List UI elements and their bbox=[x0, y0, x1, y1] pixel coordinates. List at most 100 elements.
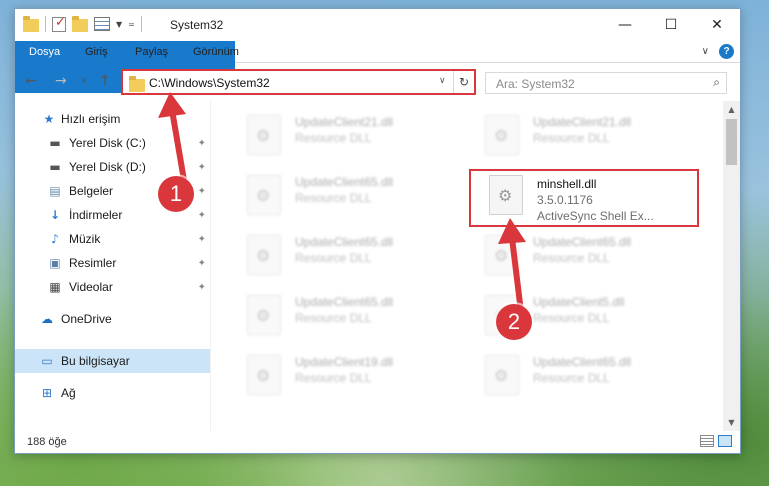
status-bar: 188 öğe bbox=[15, 431, 740, 453]
file-version: 3.5.0.1176 bbox=[537, 193, 593, 207]
forward-arrow-icon[interactable]: → bbox=[55, 73, 67, 89]
file-name: UpdateClient65.dll bbox=[295, 175, 394, 189]
tab-home[interactable]: Giriş bbox=[73, 41, 120, 63]
sidebar-item-label: Yerel Disk (D:) bbox=[69, 160, 146, 174]
item-count: 188 öğe bbox=[27, 436, 67, 448]
file-item[interactable]: UpdateClient19.dll Resource DLL bbox=[229, 349, 449, 401]
sidebar-item-music[interactable]: ♪ Müzik ✦ bbox=[15, 227, 210, 251]
sidebar-item-onedrive[interactable]: ☁ OneDrive bbox=[15, 307, 210, 331]
drive-icon: ▬ bbox=[49, 160, 61, 174]
file-type: Resource DLL bbox=[295, 251, 372, 265]
properties-check-icon[interactable] bbox=[52, 15, 66, 32]
ribbon-controls: ∨ ? bbox=[702, 44, 734, 59]
maximize-button[interactable]: ☐ bbox=[648, 9, 694, 41]
dll-file-icon bbox=[485, 115, 519, 155]
cloud-icon: ☁ bbox=[41, 312, 53, 326]
file-item[interactable]: UpdateClient65.dll Resource DLL bbox=[467, 349, 687, 401]
search-box[interactable]: Ara: System32 ⌕ bbox=[485, 72, 727, 94]
file-item[interactable]: UpdateClient65.dll Resource DLL bbox=[229, 289, 449, 341]
search-input[interactable]: Ara: System32 bbox=[496, 77, 575, 91]
file-name: UpdateClient65.dll bbox=[533, 235, 632, 249]
sidebar-item-network[interactable]: ⊞ Ağ bbox=[15, 381, 210, 405]
pin-icon[interactable]: ✦ bbox=[198, 282, 206, 293]
file-item[interactable]: UpdateClient65.dll Resource DLL bbox=[229, 229, 449, 281]
file-item[interactable]: UpdateClient21.dll Resource DLL bbox=[467, 109, 687, 161]
tiles-view-icon[interactable] bbox=[718, 435, 732, 447]
dll-file-icon bbox=[489, 175, 523, 215]
pin-icon[interactable]: ✦ bbox=[198, 210, 206, 221]
qat-dropdown-icon[interactable]: = bbox=[128, 20, 135, 29]
drive-icon: ▬ bbox=[49, 136, 61, 150]
network-icon: ⊞ bbox=[41, 386, 53, 400]
file-list: UpdateClient21.dll Resource DLL UpdateCl… bbox=[217, 101, 725, 431]
step-badge-1: 1 bbox=[158, 176, 194, 212]
back-arrow-icon[interactable]: ← bbox=[25, 73, 37, 89]
dll-file-icon bbox=[485, 355, 519, 395]
file-item[interactable]: UpdateClient21.dll Resource DLL bbox=[229, 109, 449, 161]
folder-icon bbox=[129, 76, 145, 92]
minimize-button[interactable]: — bbox=[602, 9, 648, 41]
file-type: Resource DLL bbox=[295, 191, 372, 205]
star-icon: ★ bbox=[43, 112, 55, 126]
scrollbar-thumb[interactable] bbox=[726, 119, 737, 165]
videos-icon: ▦ bbox=[49, 280, 61, 294]
recent-locations-icon[interactable]: ∨ bbox=[81, 76, 88, 86]
search-icon[interactable]: ⌕ bbox=[713, 75, 720, 90]
customize-chevron-icon[interactable]: ▼ bbox=[116, 20, 122, 29]
file-name: UpdateClient65.dll bbox=[295, 295, 394, 309]
file-name: UpdateClient5.dll bbox=[533, 295, 625, 309]
file-type: Resource DLL bbox=[295, 371, 372, 385]
sidebar-item-videos[interactable]: ▦ Videolar ✦ bbox=[15, 275, 210, 299]
sidebar-item-pictures[interactable]: ▣ Resimler ✦ bbox=[15, 251, 210, 275]
file-type: Resource DLL bbox=[295, 131, 372, 145]
scroll-up-icon[interactable]: ▲ bbox=[723, 101, 740, 118]
up-arrow-icon[interactable]: ↑ bbox=[99, 73, 111, 89]
file-name: UpdateClient65.dll bbox=[295, 235, 394, 249]
file-type: Resource DLL bbox=[533, 311, 610, 325]
dll-file-icon bbox=[247, 235, 281, 275]
scroll-down-icon[interactable]: ▼ bbox=[723, 414, 740, 431]
file-name: minshell.dll bbox=[537, 177, 597, 191]
file-item[interactable]: UpdateClient65.dll Resource DLL bbox=[229, 169, 449, 221]
properties-icon[interactable] bbox=[94, 17, 110, 31]
quick-access-toolbar: ▼ = bbox=[23, 15, 142, 32]
sidebar-item-label: Belgeler bbox=[69, 184, 114, 198]
sidebar-item-label: Resimler bbox=[69, 256, 117, 270]
vertical-scrollbar[interactable]: ▲ ▼ bbox=[723, 101, 740, 431]
help-icon[interactable]: ? bbox=[719, 44, 734, 59]
file-name: UpdateClient19.dll bbox=[295, 355, 394, 369]
file-description: ActiveSync Shell Ex... bbox=[537, 209, 654, 223]
file-name: UpdateClient65.dll bbox=[533, 355, 632, 369]
close-button[interactable]: ✕ bbox=[694, 9, 740, 41]
dll-file-icon bbox=[247, 355, 281, 395]
sidebar-item-label: Yerel Disk (C:) bbox=[69, 136, 146, 150]
explorer-window: ▼ = System32 — ☐ ✕ Dosya Giriş Paylaş Gö… bbox=[14, 8, 741, 454]
pictures-icon: ▣ bbox=[49, 256, 61, 270]
address-dropdown-icon[interactable]: ∨ bbox=[439, 76, 446, 86]
dll-file-icon bbox=[247, 295, 281, 335]
new-folder-icon[interactable] bbox=[72, 15, 88, 32]
download-icon: ↓ bbox=[49, 208, 61, 222]
step-badge-2: 2 bbox=[496, 304, 532, 340]
window-controls: — ☐ ✕ bbox=[602, 9, 740, 41]
file-name: UpdateClient21.dll bbox=[533, 115, 632, 129]
details-view-icon[interactable] bbox=[700, 435, 714, 447]
sidebar-item-label: Bu bilgisayar bbox=[61, 354, 130, 368]
pin-icon[interactable]: ✦ bbox=[198, 234, 206, 245]
sidebar-item-label: Ağ bbox=[61, 386, 76, 400]
file-type: Resource DLL bbox=[533, 371, 610, 385]
expand-ribbon-icon[interactable]: ∨ bbox=[702, 46, 709, 57]
toolbar-divider bbox=[45, 16, 46, 32]
sidebar-item-this-pc[interactable]: ▭ Bu bilgisayar bbox=[15, 349, 210, 373]
tab-share[interactable]: Paylaş bbox=[123, 41, 180, 63]
dll-file-icon bbox=[247, 115, 281, 155]
tab-view[interactable]: Görünüm bbox=[181, 41, 251, 63]
sidebar-item-label: Müzik bbox=[69, 232, 101, 246]
title-bar: ▼ = System32 — ☐ ✕ bbox=[15, 9, 740, 41]
refresh-icon[interactable]: ↻ bbox=[453, 71, 474, 93]
pin-icon[interactable]: ✦ bbox=[198, 258, 206, 269]
file-type: Resource DLL bbox=[533, 131, 610, 145]
file-type: Resource DLL bbox=[533, 251, 610, 265]
toolbar-divider bbox=[140, 16, 142, 32]
sidebar-item-label: İndirmeler bbox=[69, 208, 123, 222]
